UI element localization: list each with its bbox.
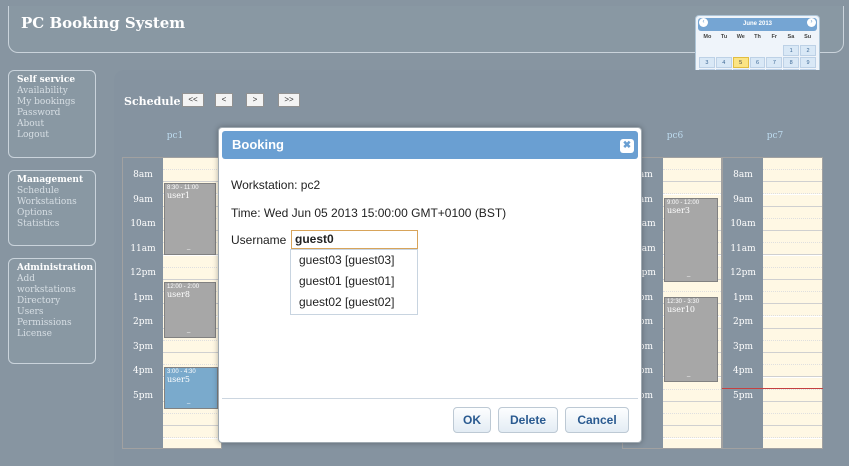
autocomplete-item[interactable]: guest03 [guest03]	[291, 250, 417, 271]
ok-button[interactable]: OK	[453, 407, 491, 433]
booking-time-text: Time: Wed Jun 05 2013 15:00:00 GMT+0100 …	[231, 206, 507, 220]
delete-button[interactable]: Delete	[498, 407, 558, 433]
username-input[interactable]: guest0	[291, 230, 418, 249]
username-label: Username	[231, 233, 287, 247]
workstation-text: Workstation: pc2	[231, 178, 321, 192]
cancel-button[interactable]: Cancel	[565, 407, 629, 433]
autocomplete-list: guest03 [guest03] guest01 [guest01] gues…	[290, 249, 418, 315]
dialog-title: Booking	[232, 137, 284, 152]
booking-dialog: Booking ✖ Workstation: pc2 Time: Wed Jun…	[218, 127, 642, 443]
close-icon[interactable]: ✖	[620, 139, 634, 153]
autocomplete-item[interactable]: guest02 [guest02]	[291, 292, 417, 313]
dialog-title-bar[interactable]: Booking ✖	[222, 131, 638, 159]
autocomplete-item[interactable]: guest01 [guest01]	[291, 271, 417, 292]
dialog-separator	[222, 398, 638, 399]
